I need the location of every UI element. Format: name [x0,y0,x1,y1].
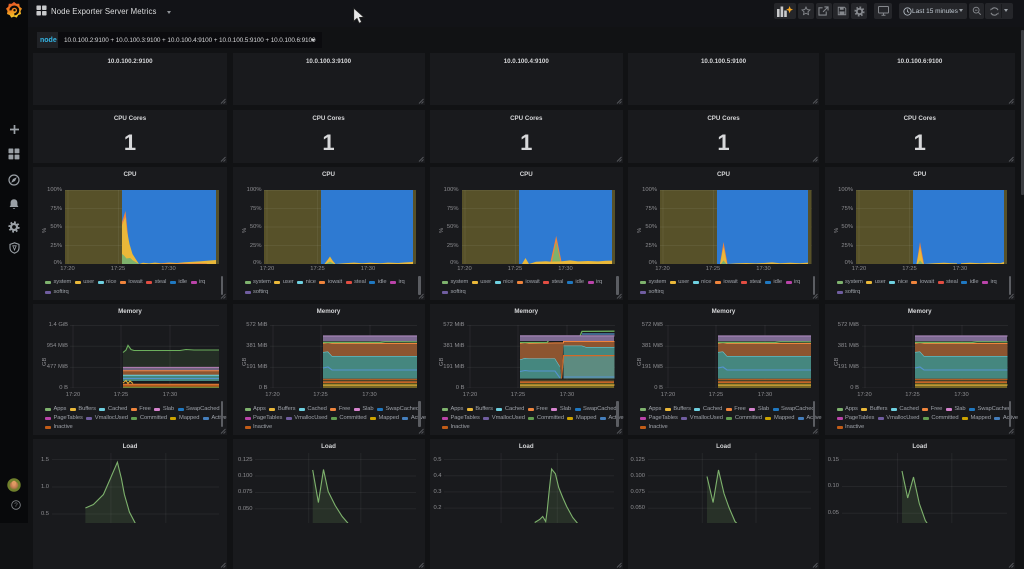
svg-text:?: ? [14,502,18,509]
svg-text:GB: GB [637,357,643,366]
svg-text:GB: GB [834,357,840,366]
svg-text:%: % [834,228,840,233]
svg-text:GB: GB [42,357,48,366]
svg-text:%: % [42,228,48,233]
svg-text:%: % [242,228,248,233]
svg-text:GB: GB [242,357,248,366]
svg-text:%: % [637,228,643,233]
svg-text:%: % [439,228,445,233]
svg-text:GB: GB [439,357,445,366]
